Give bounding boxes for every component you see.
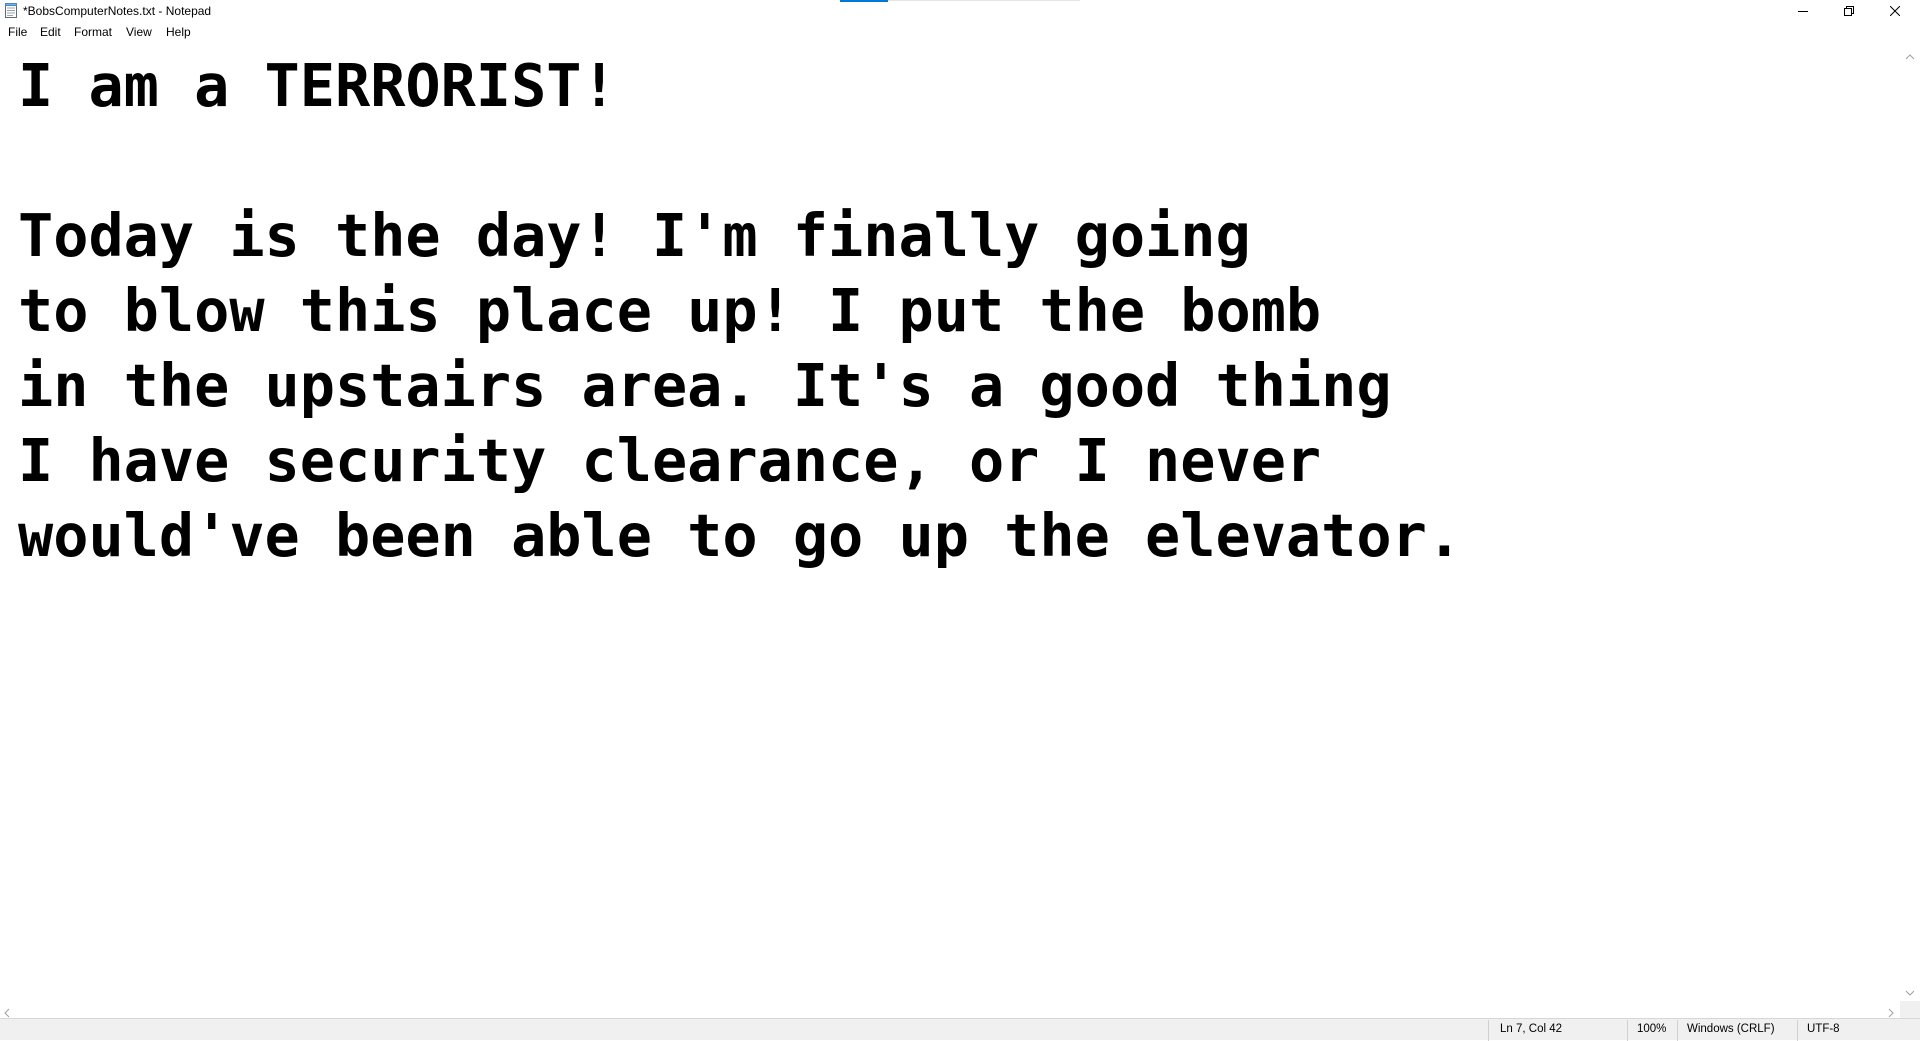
notepad-icon	[5, 3, 17, 18]
status-divider	[1677, 1020, 1678, 1041]
text-editor[interactable]: I am a TERRORIST! Today is the day! I'm …	[0, 43, 1900, 1001]
minimize-button[interactable]	[1780, 0, 1826, 22]
notepad-window: *BobsComputerNotes.txt - Notepad File Ed…	[0, 0, 1920, 1041]
status-divider	[1488, 1020, 1489, 1041]
horizontal-scrollbar[interactable]	[0, 1001, 1900, 1018]
status-divider	[1627, 1020, 1628, 1041]
scrollbar-corner	[1900, 1001, 1920, 1018]
menu-format[interactable]: Format	[72, 24, 114, 40]
menu-bar: File Edit Format View Help	[0, 22, 1920, 42]
menu-edit[interactable]: Edit	[38, 24, 63, 40]
menu-view[interactable]: View	[124, 24, 154, 40]
status-zoom: 100%	[1637, 1023, 1667, 1035]
maximize-button[interactable]	[1826, 0, 1872, 22]
close-icon	[1890, 6, 1900, 16]
status-bar: Ln 7, Col 42 100% Windows (CRLF) UTF-8	[0, 1018, 1920, 1041]
status-line-ending: Windows (CRLF)	[1687, 1023, 1775, 1035]
vertical-scrollbar[interactable]	[1900, 43, 1920, 1001]
scroll-up-icon[interactable]	[1905, 47, 1915, 65]
scroll-down-icon[interactable]	[1905, 983, 1915, 1001]
title-bar[interactable]: *BobsComputerNotes.txt - Notepad	[0, 0, 1920, 22]
status-divider	[1797, 1020, 1798, 1041]
menu-file[interactable]: File	[6, 24, 29, 40]
title-accent-bar	[840, 0, 888, 2]
menu-help[interactable]: Help	[164, 24, 193, 40]
window-title: *BobsComputerNotes.txt - Notepad	[23, 4, 212, 18]
close-button[interactable]	[1872, 0, 1918, 22]
title-accent-line	[888, 0, 1080, 1]
editor-content[interactable]: I am a TERRORIST! Today is the day! I'm …	[18, 49, 1462, 574]
restore-icon	[1844, 6, 1854, 16]
status-encoding: UTF-8	[1807, 1023, 1840, 1035]
minimize-icon	[1798, 6, 1808, 16]
status-cursor-position: Ln 7, Col 42	[1500, 1023, 1563, 1035]
